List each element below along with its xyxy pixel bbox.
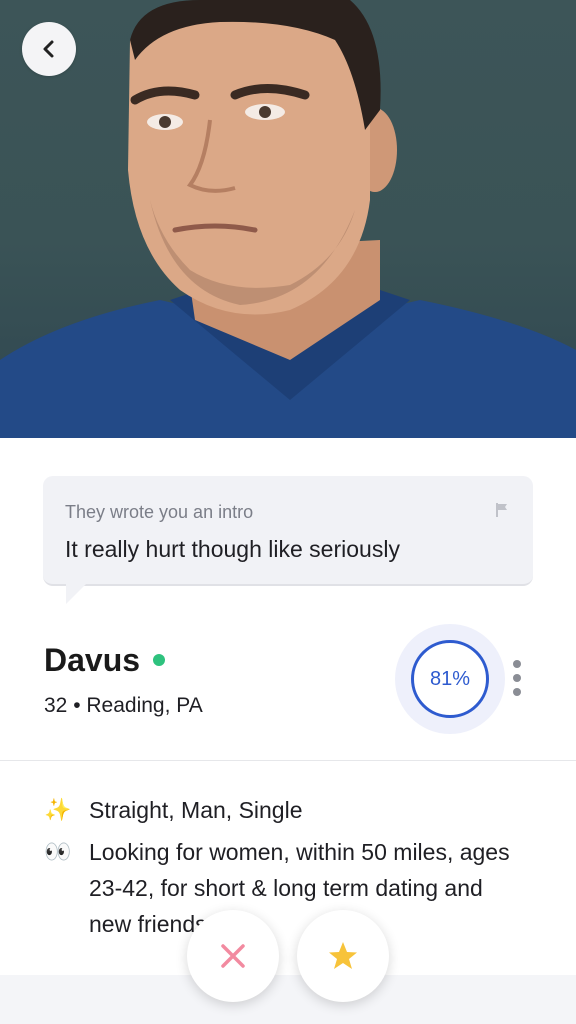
star-icon	[329, 942, 357, 969]
intro-label: They wrote you an intro	[65, 502, 254, 522]
chevron-left-icon	[43, 40, 54, 58]
intro-bubble-tail	[66, 584, 86, 604]
flag-icon[interactable]	[495, 502, 509, 518]
profile-name: Davus	[44, 642, 141, 678]
profile-photo-illustration	[0, 0, 576, 438]
close-icon	[221, 944, 245, 968]
sparkles-icon: ✨	[44, 797, 72, 822]
detail-text: Looking for women, within 50 miles, ages…	[89, 839, 510, 937]
match-percentage-value: 81%	[429, 667, 471, 690]
bottom-bar-background	[0, 975, 576, 1024]
back-button[interactable]	[22, 22, 76, 76]
match-percentage[interactable]: 81%	[411, 640, 489, 718]
more-options-button[interactable]	[508, 660, 526, 696]
section-divider	[0, 760, 576, 761]
age-location: 32 • Reading, PA	[44, 694, 203, 717]
pass-button[interactable]	[187, 910, 279, 1002]
eyes-icon: 👀	[44, 839, 72, 864]
online-status-indicator	[153, 654, 165, 666]
more-vertical-icon-dot	[513, 688, 521, 696]
more-vertical-icon-dot	[513, 660, 521, 668]
detail-text: Straight, Man, Single	[89, 797, 303, 823]
profile-photo[interactable]	[0, 0, 576, 438]
intro-card: They wrote you an intro It really hurt t…	[43, 476, 533, 586]
more-vertical-icon-dot	[513, 674, 521, 682]
like-button[interactable]	[297, 910, 389, 1002]
intro-message: It really hurt though like seriously	[65, 536, 400, 562]
